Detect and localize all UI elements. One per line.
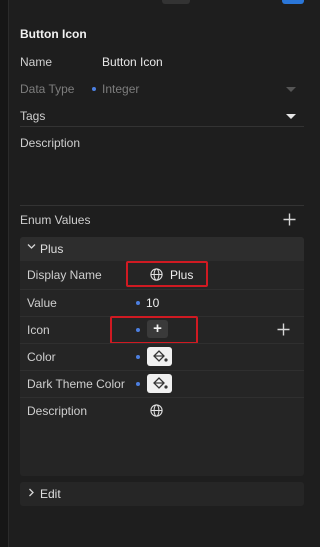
divider xyxy=(20,205,304,206)
chevron-down-icon[interactable] xyxy=(27,242,36,254)
edit-label: Edit xyxy=(40,487,61,501)
enum-values-label: Enum Values xyxy=(20,213,91,227)
toolbar-accent-tab[interactable] xyxy=(282,0,304,4)
description-label: Description xyxy=(20,136,81,150)
binding-dot-icon xyxy=(136,355,140,359)
binding-dot-icon xyxy=(92,86,96,91)
divider xyxy=(20,370,304,371)
name-value[interactable]: Button Icon xyxy=(102,55,163,69)
dark-theme-color-swatch[interactable] xyxy=(147,374,172,393)
highlight-box xyxy=(110,316,198,344)
add-enum-value-button[interactable] xyxy=(283,213,296,227)
binding-dot-icon xyxy=(136,300,140,305)
data-type-label: Data Type xyxy=(20,82,75,96)
icon-label: Icon xyxy=(27,323,50,337)
value-value: 10 xyxy=(146,296,160,310)
edit-section[interactable] xyxy=(20,482,304,506)
chevron-down-icon[interactable] xyxy=(286,87,296,92)
paint-bucket-icon xyxy=(153,350,168,362)
data-type-select[interactable]: Integer xyxy=(92,82,139,96)
chevron-right-icon[interactable] xyxy=(27,488,36,500)
tags-label: Tags xyxy=(20,109,46,123)
enum-item-title: Plus xyxy=(40,242,64,256)
data-type-value: Integer xyxy=(102,82,140,96)
highlight-box xyxy=(126,261,208,287)
toolbar-tab[interactable] xyxy=(162,0,190,4)
value-field[interactable]: 10 xyxy=(136,296,159,310)
globe-icon[interactable] xyxy=(150,404,163,417)
enum-description-label: Description xyxy=(27,404,88,418)
color-swatch[interactable] xyxy=(147,347,172,366)
panel-title: Button Icon xyxy=(20,27,87,41)
paint-bucket-icon xyxy=(153,377,168,389)
divider xyxy=(20,397,304,398)
chevron-down-icon[interactable] xyxy=(286,114,296,119)
divider xyxy=(20,289,304,290)
divider xyxy=(20,343,304,344)
top-strip xyxy=(9,0,308,6)
color-label: Color xyxy=(27,350,56,364)
name-label: Name xyxy=(20,55,53,69)
add-icon-button[interactable] xyxy=(277,323,290,337)
display-name-label: Display Name xyxy=(27,268,102,282)
plus-icon xyxy=(277,323,290,336)
plus-icon xyxy=(283,213,296,226)
divider xyxy=(20,126,304,127)
dark-theme-color-label: Dark Theme Color xyxy=(27,377,125,391)
left-gutter xyxy=(0,0,9,547)
binding-dot-icon xyxy=(136,382,140,386)
value-label: Value xyxy=(27,296,57,310)
